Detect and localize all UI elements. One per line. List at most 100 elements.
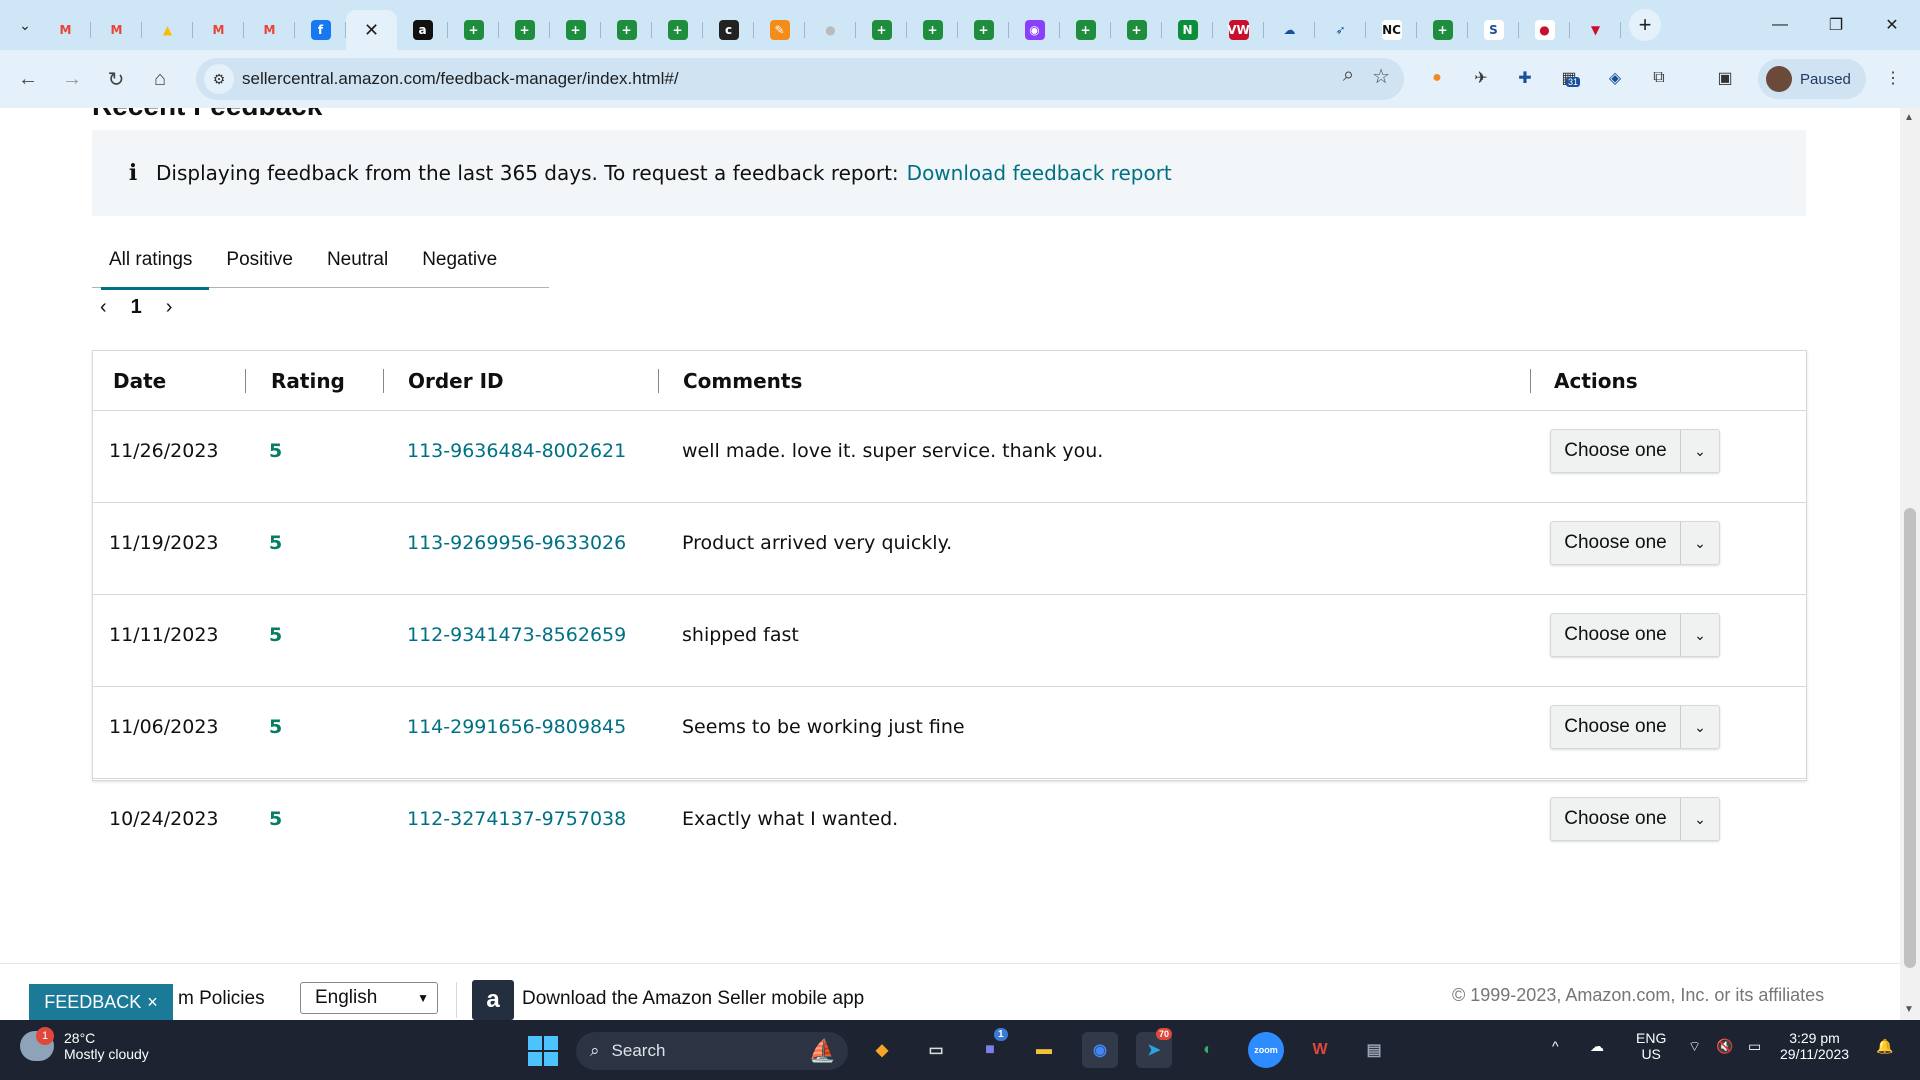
tab-positive[interactable]: Positive <box>209 232 310 288</box>
address-bar[interactable]: ⚙ sellercentral.amazon.com/feedback-mana… <box>196 58 1404 100</box>
browser-tab[interactable]: ● <box>1519 10 1570 50</box>
order-id-link[interactable]: 113-9269956-9633026 <box>407 532 626 554</box>
puzzle-extensions-icon[interactable]: ⧉ <box>1646 65 1672 91</box>
browser-tab[interactable]: ● <box>805 10 856 50</box>
tab-search-chevron-icon[interactable]: ⌄ <box>10 10 40 40</box>
home-button[interactable]: ⌂ <box>142 61 178 97</box>
action-dropdown[interactable]: Choose one ⌄ <box>1550 797 1720 841</box>
browser-tab[interactable]: + <box>448 10 499 50</box>
tab-negative[interactable]: Negative <box>405 232 514 288</box>
telegram-icon[interactable]: ➤ 70 <box>1136 1028 1173 1068</box>
browser-tab[interactable]: + <box>601 10 652 50</box>
zoom-icon[interactable]: zoom <box>1248 1032 1284 1068</box>
browser-tab[interactable]: ✎ <box>754 10 805 50</box>
start-button[interactable] <box>528 1036 558 1066</box>
browser-tab[interactable]: M <box>244 10 295 50</box>
order-id-link[interactable]: 112-3274137-9757038 <box>407 808 626 830</box>
battery-icon[interactable]: ▭ <box>1748 1038 1761 1055</box>
browser-tab[interactable]: ✕ <box>346 10 397 50</box>
forward-button[interactable]: → <box>54 61 90 97</box>
browser-tab[interactable]: ➶ <box>1315 10 1366 50</box>
extension-icon[interactable]: ◈ <box>1602 65 1628 91</box>
next-page-icon[interactable]: › <box>166 296 173 319</box>
browser-tab[interactable]: ▲ <box>142 10 193 50</box>
language-indicator[interactable]: ENG US <box>1636 1030 1666 1062</box>
volume-muted-icon[interactable]: 🔇 <box>1716 1038 1733 1055</box>
action-dropdown[interactable]: Choose one ⌄ <box>1550 613 1720 657</box>
tray-chevron-icon[interactable]: ^ <box>1552 1038 1559 1054</box>
action-dropdown[interactable]: Choose one ⌄ <box>1550 429 1720 473</box>
scroll-up-icon[interactable]: ▲ <box>1904 112 1914 123</box>
extension-icon[interactable]: ✈ <box>1468 65 1494 91</box>
new-tab-button[interactable]: + <box>1629 9 1661 41</box>
browser-tab[interactable]: + <box>1060 10 1111 50</box>
browser-tab[interactable]: S <box>1468 10 1519 50</box>
minimize-button[interactable]: — <box>1752 0 1808 50</box>
page-scrollbar[interactable]: ▲ ▼ <box>1900 108 1920 1020</box>
tab-all-ratings[interactable]: All ratings <box>92 232 210 290</box>
bookmark-star-icon[interactable]: ☆ <box>1372 64 1390 89</box>
taskbar-search[interactable]: ⌕ Search ⛵ <box>576 1032 848 1070</box>
scroll-down-icon[interactable]: ▼ <box>1904 1004 1914 1015</box>
tab-neutral[interactable]: Neutral <box>310 232 405 288</box>
browser-tab[interactable]: + <box>1417 10 1468 50</box>
close-window-button[interactable]: ✕ <box>1864 0 1920 50</box>
wps-icon[interactable]: W <box>1302 1032 1338 1068</box>
restore-button[interactable]: ❐ <box>1808 0 1864 50</box>
browser-tab[interactable]: + <box>856 10 907 50</box>
browser-tab[interactable]: + <box>652 10 703 50</box>
mobile-app-link[interactable]: Download the Amazon Seller mobile app <box>522 988 864 1010</box>
feedback-button[interactable]: FEEDBACK × <box>29 984 173 1020</box>
browser-tab[interactable]: NC <box>1366 10 1417 50</box>
browser-tab[interactable]: + <box>550 10 601 50</box>
extension-icon[interactable]: ✚ <box>1512 65 1538 91</box>
browser-tab[interactable]: VW <box>1213 10 1264 50</box>
action-dropdown[interactable]: Choose one ⌄ <box>1550 521 1720 565</box>
profile-button[interactable]: Paused <box>1758 59 1866 99</box>
scroll-thumb[interactable] <box>1904 508 1916 968</box>
weather-widget[interactable]: 1 28°C Mostly cloudy <box>20 1027 149 1062</box>
task-view-icon[interactable]: ▭ <box>918 1032 954 1068</box>
more-menu-icon[interactable]: ⋮ <box>1880 65 1906 91</box>
browser-tab[interactable]: ☁ <box>1264 10 1315 50</box>
zoom-icon[interactable]: ⌕ <box>1343 64 1354 89</box>
calendar-extension-icon[interactable]: ▦31 <box>1556 65 1582 91</box>
order-id-link[interactable]: 113-9636484-8002621 <box>407 440 626 462</box>
firefox-extension-icon[interactable]: ● <box>1424 65 1450 91</box>
browser-tab[interactable]: a <box>397 10 448 50</box>
browser-tab[interactable]: M <box>193 10 244 50</box>
browser-tab[interactable]: M <box>91 10 142 50</box>
side-panel-icon[interactable]: ▣ <box>1712 65 1738 91</box>
browser-tab[interactable]: f <box>295 10 346 50</box>
chrome-icon[interactable]: ◉ <box>1082 1032 1118 1068</box>
order-id-link[interactable]: 112-9341473-8562659 <box>407 624 626 646</box>
feedback-close-icon[interactable]: × <box>147 992 158 1013</box>
close-icon[interactable]: ✕ <box>364 20 379 41</box>
edge-icon[interactable]: ◐ <box>1190 1032 1226 1068</box>
back-button[interactable]: ← <box>10 61 46 97</box>
page-number[interactable]: 1 <box>131 296 142 319</box>
wifi-icon[interactable]: ⌔ <box>1688 1038 1701 1056</box>
copilot-icon[interactable]: ◆ <box>864 1032 900 1068</box>
browser-tab[interactable]: + <box>499 10 550 50</box>
browser-tab[interactable]: N <box>1162 10 1213 50</box>
action-dropdown[interactable]: Choose one ⌄ <box>1550 705 1720 749</box>
site-info-icon[interactable]: ⚙ <box>204 64 234 94</box>
file-explorer-icon[interactable]: ▬ <box>1026 1032 1062 1068</box>
onedrive-icon[interactable]: ☁ <box>1590 1038 1604 1055</box>
browser-tab[interactable]: ▼ <box>1570 10 1621 50</box>
download-report-link[interactable]: Download feedback report <box>907 161 1172 185</box>
prev-page-icon[interactable]: ‹ <box>100 296 107 319</box>
calculator-icon[interactable]: ▤ <box>1356 1032 1392 1068</box>
amazon-app-icon[interactable]: a <box>472 980 514 1020</box>
order-id-link[interactable]: 114-2991656-9809845 <box>407 716 626 738</box>
teams-icon[interactable]: ■ 1 <box>972 1028 1008 1068</box>
browser-tab[interactable]: + <box>958 10 1009 50</box>
browser-tab[interactable]: c <box>703 10 754 50</box>
browser-tab[interactable]: + <box>1111 10 1162 50</box>
language-select[interactable]: English ▼ <box>300 982 438 1014</box>
policies-link[interactable]: m Policies <box>178 988 265 1010</box>
browser-tab[interactable]: M <box>40 10 91 50</box>
notification-bell-icon[interactable]: 🔔 <box>1876 1038 1893 1055</box>
browser-tab[interactable]: ◉ <box>1009 10 1060 50</box>
